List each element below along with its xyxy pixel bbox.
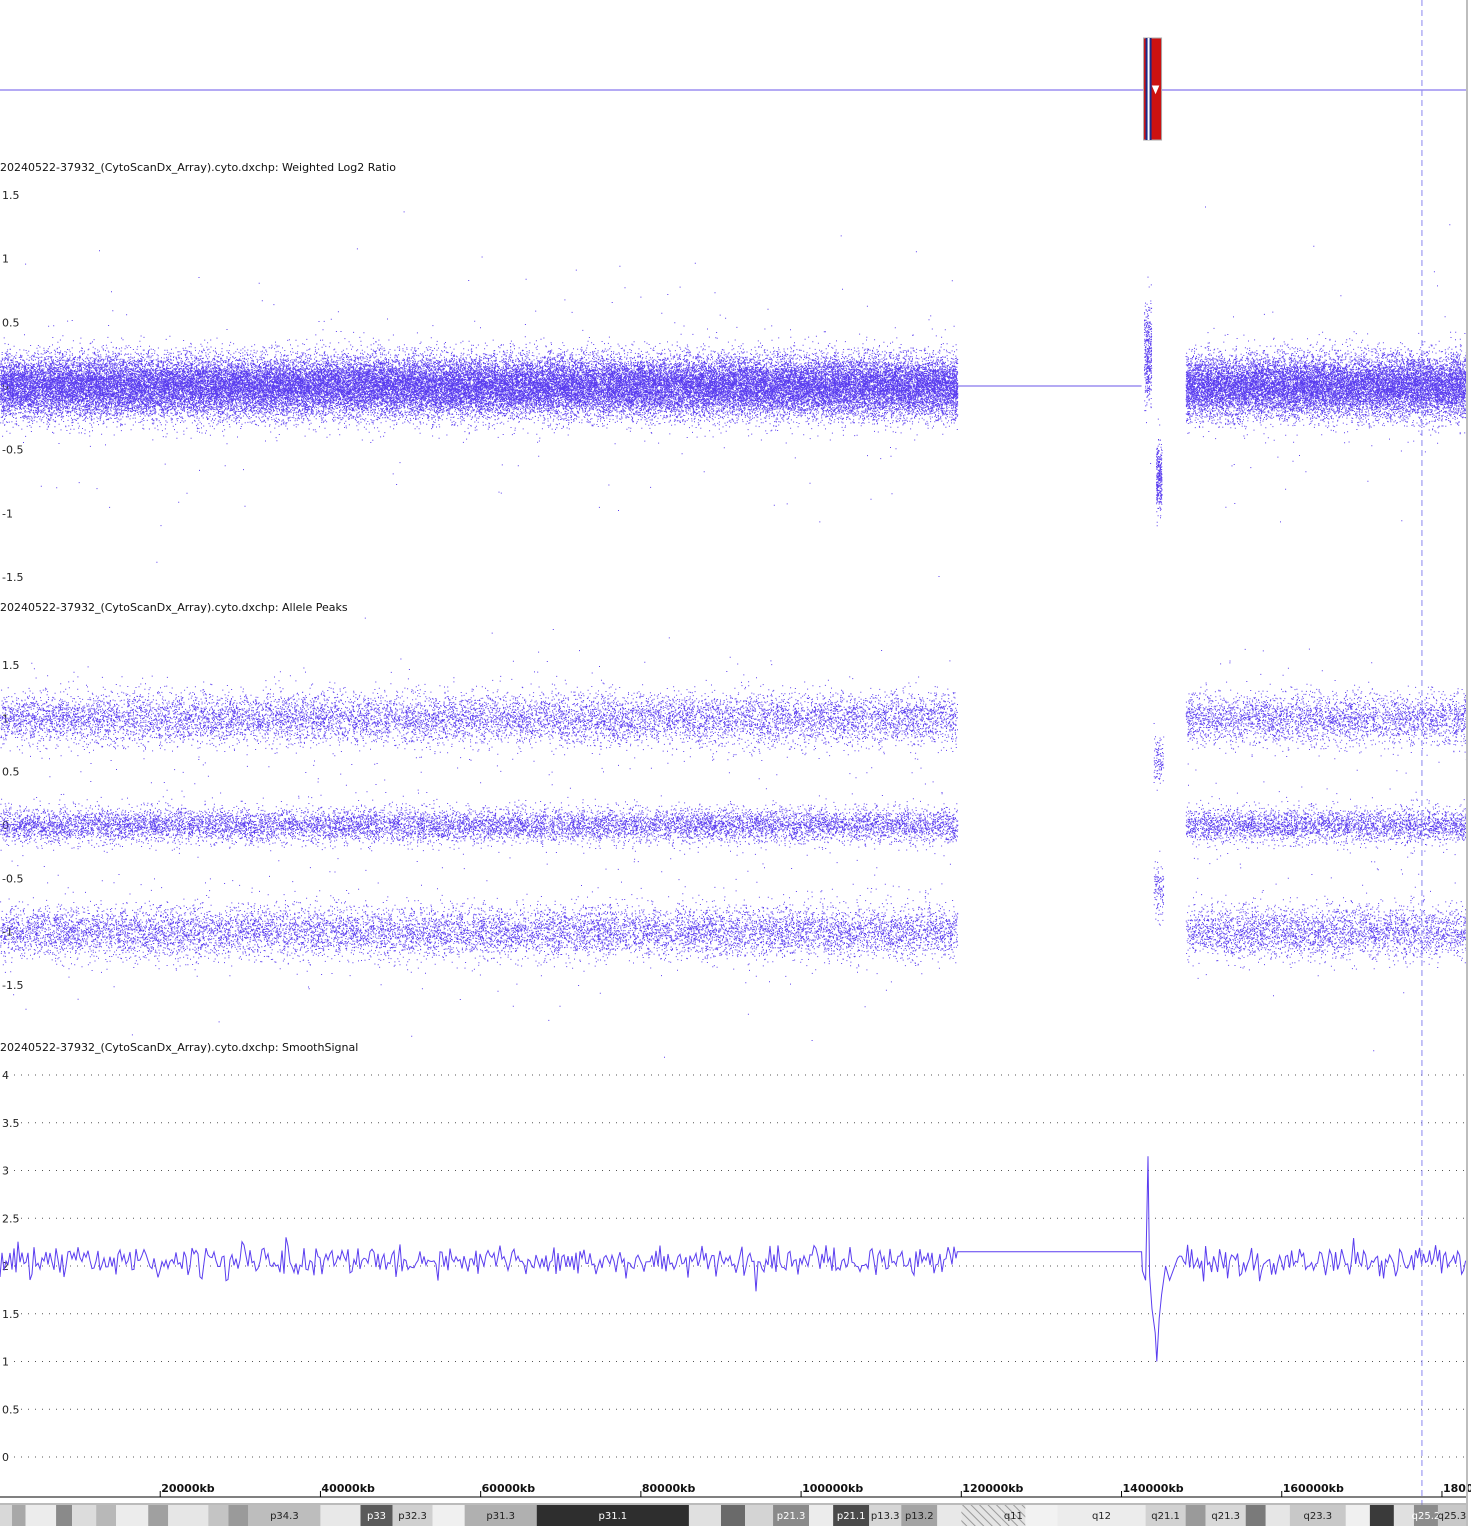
ideogram-band	[320, 1505, 361, 1526]
y-tick-label: 3.5	[2, 1117, 20, 1130]
x-tick-label: 60000kb	[482, 1482, 536, 1495]
ideogram-band	[1185, 1505, 1206, 1526]
ideogram-band	[148, 1505, 169, 1526]
ideogram-band-label: p34.3	[270, 1511, 299, 1522]
ideogram-band	[937, 1505, 962, 1526]
ideogram-band	[745, 1505, 774, 1526]
y-tick-label: -1.5	[2, 571, 23, 584]
x-tick-label: 160000kb	[1283, 1482, 1344, 1495]
ideogram-band-label: p21.1	[837, 1511, 866, 1522]
y-tick-label: 4	[2, 1069, 9, 1082]
x-tick-label: 100000kb	[802, 1482, 863, 1495]
x-tick-label: 40000kb	[321, 1482, 375, 1495]
y-tick-label: 0	[2, 1451, 9, 1464]
ideogram-band-label: p21.3	[777, 1511, 806, 1522]
ideogram-band-label: q12	[1092, 1511, 1111, 1522]
ideogram-band-label: p31.3	[486, 1511, 515, 1522]
y-tick-label: 0.5	[2, 316, 20, 329]
y-tick-label: -0.5	[2, 872, 23, 885]
allele-peaks-points	[0, 617, 1467, 1058]
y-tick-label: 1	[2, 253, 9, 266]
chromosome-ideogram[interactable]: p34.3 p33 p32.3 p31.3 p31.1 p21.3 p21.1 p13.3 p1…	[0, 1503, 1467, 1526]
smooth-signal-panel: 20240522-37932_(CytoScanDx_Array).cyto.d…	[0, 1041, 1467, 1464]
y-tick-label: 0.5	[2, 1403, 20, 1416]
ideogram-band	[809, 1505, 834, 1526]
allele-peaks-title: 20240522-37932_(CytoScanDx_Array).cyto.d…	[0, 601, 348, 614]
ideogram-band	[1025, 1505, 1058, 1526]
ideogram-band	[56, 1505, 73, 1526]
ideogram-band	[720, 1505, 746, 1526]
y-tick-label: 1.5	[2, 189, 20, 202]
ideogram-band-label: p13.2	[905, 1511, 934, 1522]
ideogram-band	[0, 1505, 13, 1526]
segment-track	[0, 37, 1466, 141]
segment-divider	[1147, 38, 1150, 140]
ideogram-band	[12, 1505, 26, 1526]
y-tick-label: 1.5	[2, 659, 20, 672]
ideogram-band	[168, 1505, 209, 1526]
y-tick-label: -0.5	[2, 444, 23, 457]
ideogram-band	[1245, 1505, 1266, 1526]
ideogram-band	[961, 1505, 1002, 1526]
y-tick-label: 1.5	[2, 1308, 20, 1321]
ideogram-band-label: q11	[1004, 1511, 1023, 1522]
ideogram-band	[1265, 1505, 1290, 1526]
ideogram-band	[208, 1505, 229, 1526]
ideogram-band-label: q25.3	[1438, 1511, 1467, 1522]
x-tick-label: 20000kb	[161, 1482, 215, 1495]
ideogram-band	[96, 1505, 117, 1526]
ideogram-band-label: p31.1	[599, 1511, 628, 1522]
ideogram-band-label: q23.3	[1303, 1511, 1332, 1522]
y-tick-label: 0.5	[2, 766, 20, 779]
smooth-signal-line	[0, 1156, 1467, 1362]
x-tick-label: 80000kb	[642, 1482, 696, 1495]
x-axis-ticks: 20000kb 40000kb 60000kb 80000kb 100000kb 1200…	[159, 1482, 1471, 1497]
genomic-position-axis: 20000kb 40000kb 60000kb 80000kb 100000kb 1200…	[0, 1482, 1471, 1498]
ideogram-band-label: q21.1	[1151, 1511, 1180, 1522]
weighted-log2-ratio-panel: 20240522-37932_(CytoScanDx_Array).cyto.d…	[0, 161, 1467, 584]
weighted-log2-ratio-title: 20240522-37932_(CytoScanDx_Array).cyto.d…	[0, 161, 396, 174]
y-tick-label: 3	[2, 1165, 9, 1178]
y-tick-label: 1	[2, 1356, 9, 1369]
ideogram-band	[72, 1505, 97, 1526]
ideogram-band-label: q25.2	[1412, 1511, 1441, 1522]
ideogram-band	[1345, 1505, 1370, 1526]
x-tick-label: 140000kb	[1123, 1482, 1184, 1495]
y-tick-label: -1.5	[2, 979, 23, 992]
ideogram-band-label: q21.3	[1211, 1511, 1240, 1522]
y-tick-label: -1	[2, 507, 13, 520]
weighted-log2-ratio-points	[0, 206, 1467, 577]
x-tick-label: 120000kb	[962, 1482, 1023, 1495]
ideogram-band-label: p32.3	[398, 1511, 427, 1522]
chromosome-browser-view: 20240522-37932_(CytoScanDx_Array).cyto.d…	[0, 0, 1471, 1526]
smooth-signal-gridlines	[14, 1074, 1466, 1458]
smooth-signal-title: 20240522-37932_(CytoScanDx_Array).cyto.d…	[0, 1041, 358, 1054]
ideogram-band-label: p33	[367, 1511, 386, 1522]
ideogram-band	[1369, 1505, 1394, 1526]
ideogram-band	[432, 1505, 465, 1526]
y-tick-label: 2.5	[2, 1212, 20, 1225]
cnv-segment-marker[interactable]	[1143, 37, 1163, 141]
allele-peaks-panel: 20240522-37932_(CytoScanDx_Array).cyto.d…	[0, 601, 1467, 1058]
ideogram-band-label: p13.3	[871, 1511, 900, 1522]
ideogram-band	[228, 1505, 249, 1526]
ideogram-band	[116, 1505, 149, 1526]
ideogram-band	[688, 1505, 721, 1526]
ideogram-band	[25, 1505, 57, 1526]
